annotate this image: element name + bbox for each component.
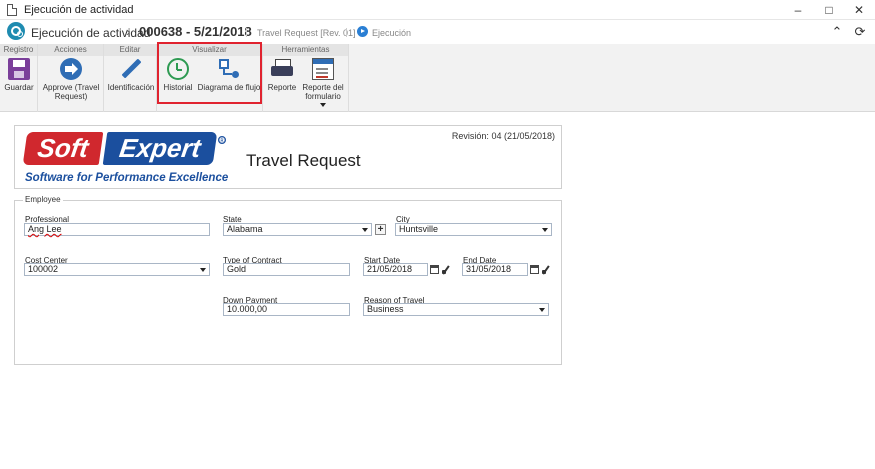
- chevron-down-icon: [539, 308, 545, 312]
- ribbon-toolbar: Registro Guardar Acciones Approve (Trave…: [0, 44, 875, 112]
- ribbon-group-registro: Registro Guardar: [0, 44, 38, 112]
- section-legend: Employee: [23, 195, 63, 204]
- group-title: Acciones: [38, 44, 103, 56]
- window-title: Ejecución de actividad: [24, 4, 134, 16]
- contract-type-value: Gold: [227, 264, 247, 274]
- form-revision: Revisión: 04 (21/05/2018): [451, 131, 555, 141]
- document-icon: [7, 4, 17, 16]
- calendar-icon[interactable]: [430, 265, 439, 274]
- activity-icon: [7, 22, 25, 40]
- save-button[interactable]: Guardar: [4, 58, 34, 92]
- identification-label: Identificación: [107, 83, 155, 92]
- calendar-icon[interactable]: [530, 265, 539, 274]
- approve-button[interactable]: Approve (Travel Request): [40, 58, 102, 101]
- professional-value: Ang Lee: [28, 224, 62, 234]
- group-title: Editar: [104, 44, 156, 56]
- identification-button[interactable]: Identificación: [106, 58, 156, 92]
- form-report-button[interactable]: Reporte del formulario: [301, 58, 345, 107]
- logo-expert: Expert: [102, 132, 218, 165]
- dropdown-caret-icon: [320, 103, 326, 107]
- ribbon-group-editar: Editar Identificación: [104, 44, 157, 112]
- employee-section: Employee Professional Ang Lee State Alab…: [14, 195, 562, 365]
- start-date-field[interactable]: 21/05/2018: [363, 263, 428, 276]
- down-payment-value: 10.000,00: [227, 304, 268, 314]
- report-button[interactable]: Reporte: [266, 58, 298, 92]
- softexpert-logo: Soft Expert ®: [22, 132, 226, 165]
- pen-icon: [120, 58, 142, 80]
- arrow-right-icon: [60, 58, 82, 80]
- close-button[interactable]: ✕: [843, 0, 875, 20]
- clear-date-icon[interactable]: [442, 265, 451, 274]
- form-header: Soft Expert ® Software for Performance E…: [14, 125, 562, 189]
- status-label: Ejecución: [372, 28, 412, 38]
- ribbon-group-acciones: Acciones Approve (Travel Request): [38, 44, 104, 112]
- logo-tagline: Software for Performance Excellence: [25, 172, 229, 184]
- state-value: Alabama: [227, 224, 263, 234]
- divider: [346, 28, 347, 37]
- record-identifier: 000638 - 5/21/2018: [139, 24, 252, 39]
- form-report-icon: [312, 58, 334, 80]
- chevron-down-icon: [200, 268, 206, 272]
- professional-field[interactable]: Ang Lee: [24, 223, 210, 236]
- ribbon-group-herramientas: Herramientas Reporte Reporte del formula…: [263, 44, 349, 112]
- end-date-field[interactable]: 31/05/2018: [462, 263, 528, 276]
- divider: [246, 28, 247, 37]
- refresh-icon[interactable]: ⟳: [852, 24, 868, 40]
- report-label: Reporte: [267, 83, 297, 92]
- save-label: Guardar: [4, 83, 34, 92]
- group-title: Registro: [0, 44, 37, 56]
- end-date-value: 31/05/2018: [466, 264, 512, 274]
- reason-value: Business: [367, 304, 404, 314]
- state-select[interactable]: Alabama: [223, 223, 372, 236]
- form-report-label-line1: Reporte del: [302, 83, 344, 92]
- add-state-button[interactable]: +: [375, 224, 386, 235]
- play-icon: [357, 26, 368, 37]
- process-name: Travel Request [Rev. 01]: [257, 28, 356, 38]
- printer-icon: [271, 58, 293, 80]
- chevron-down-icon: [362, 228, 368, 232]
- breadcrumb-chevron-icon: ›: [126, 24, 131, 39]
- save-icon: [8, 58, 30, 80]
- chevron-down-icon: [542, 228, 548, 232]
- contract-type-field[interactable]: Gold: [223, 263, 350, 276]
- clear-date-icon[interactable]: [542, 265, 551, 274]
- visualizar-highlight-box: [157, 42, 262, 104]
- cost-center-select[interactable]: 100002: [24, 263, 210, 276]
- minimize-button[interactable]: –: [782, 0, 814, 20]
- maximize-button[interactable]: □: [813, 0, 845, 20]
- logo-soft: Soft: [22, 132, 104, 165]
- city-select[interactable]: Huntsville: [395, 223, 552, 236]
- window-titlebar: Ejecución de actividad – □ ✕: [0, 0, 875, 20]
- form-report-label-line2: formulario: [305, 92, 341, 101]
- cost-center-value: 100002: [28, 264, 59, 274]
- collapse-icon[interactable]: ⌃: [829, 24, 845, 40]
- approve-label-line1: Approve (Travel: [42, 83, 100, 92]
- down-payment-field[interactable]: 10.000,00: [223, 303, 350, 316]
- approve-label-line2: Request): [54, 92, 88, 101]
- page-title: Ejecución de actividad: [31, 26, 151, 40]
- activity-header: Ejecución de actividad › 000638 - 5/21/2…: [0, 20, 875, 44]
- group-title: Herramientas: [263, 44, 348, 56]
- form-title: Travel Request: [246, 151, 361, 170]
- city-value: Huntsville: [399, 224, 439, 234]
- registered-icon: ®: [218, 136, 226, 145]
- start-date-value: 21/05/2018: [367, 264, 413, 274]
- reason-select[interactable]: Business: [363, 303, 549, 316]
